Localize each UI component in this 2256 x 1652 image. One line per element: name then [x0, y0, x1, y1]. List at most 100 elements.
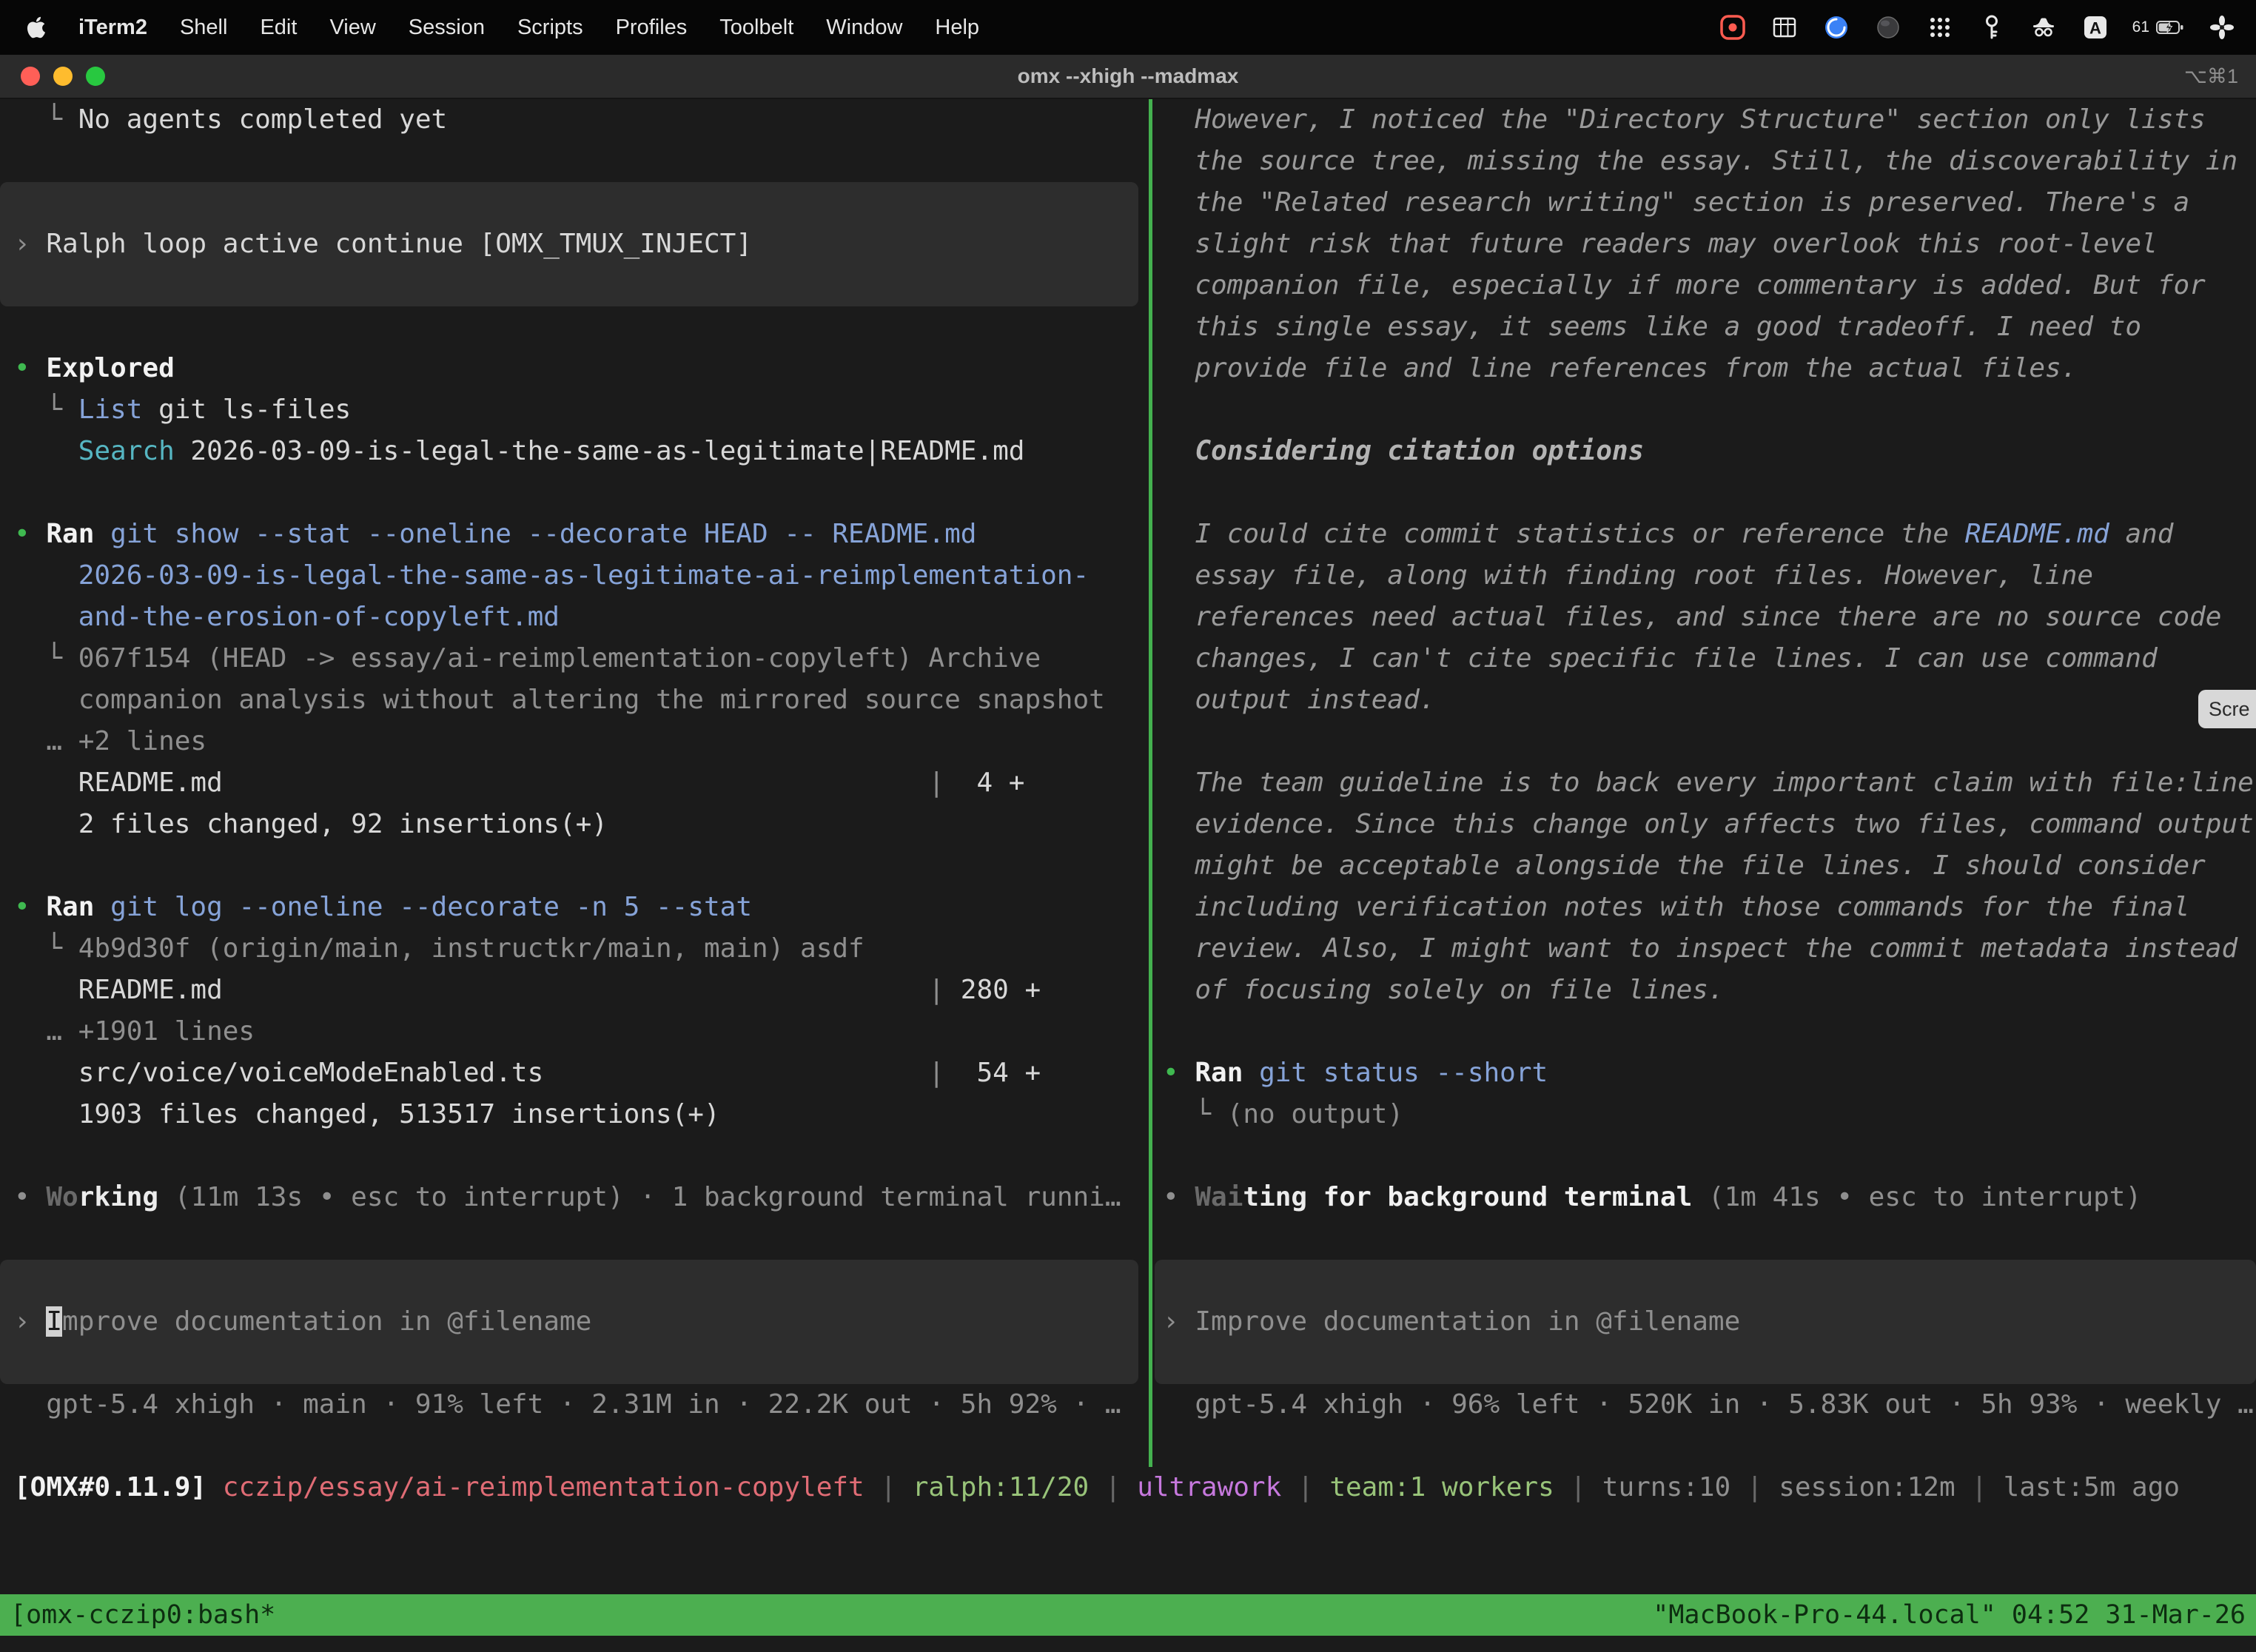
text-segment: provide file and line references from th…	[1163, 353, 2077, 383]
text-segment: README.md	[1965, 519, 2109, 549]
text-segment: git status --short	[1243, 1058, 1548, 1088]
text-segment: └	[1163, 1099, 1227, 1129]
text-segment: … +2 lines	[14, 726, 207, 756]
terminal-line: gpt-5.4 xhigh · main · 91% left · 2.31M …	[0, 1384, 1149, 1426]
text-segment: 2026-03-09-is-legal-the-same-as-legitima…	[78, 560, 1089, 591]
terminal-line	[1155, 721, 2256, 762]
minimize-button[interactable]	[53, 67, 73, 86]
text-segment: •	[14, 1182, 46, 1212]
menu-item-profiles[interactable]: Profiles	[616, 16, 688, 40]
text-segment: I could cite commit statistics or refere…	[1163, 519, 1965, 549]
text-segment: 067f154 (HEAD -> essay/ai-reimplementati…	[78, 643, 1041, 674]
pane-divider[interactable]	[1149, 99, 1152, 1467]
title-bar[interactable]: omx --xhigh --madmax ⌥⌘1	[0, 55, 2256, 99]
text-segment: src/voice/voiceModeEnabled.ts	[14, 1058, 543, 1088]
text-segment: ›	[14, 229, 46, 259]
terminal-line	[0, 1218, 1149, 1260]
text-segment: git ls-files	[142, 394, 351, 425]
text-segment: 280 +	[944, 975, 1041, 1005]
terminal-line	[1155, 1011, 2256, 1052]
terminal-line: the "Related research writing" section i…	[1155, 182, 2256, 224]
window-shortcut-badge: ⌥⌘1	[2184, 65, 2238, 88]
text-segment: 2 files changed, 92 insertions(+)	[14, 809, 608, 839]
text-segment: |	[1281, 1472, 1329, 1502]
text-segment: |	[928, 975, 944, 1005]
dark-sphere-app-icon[interactable]	[1873, 13, 1903, 42]
text-segment: •	[1163, 1058, 1195, 1088]
right-pane: However, I noticed the "Directory Struct…	[1155, 99, 2256, 1426]
text-segment: List	[78, 394, 143, 425]
text-segment: of focusing solely on file lines.	[1163, 975, 1725, 1005]
prompt-input[interactable]: › Improve documentation in @filename	[1155, 1260, 2256, 1384]
screen-share-tab[interactable]: Scre	[2198, 690, 2256, 728]
apple-menu-icon[interactable]	[25, 15, 47, 40]
menu-item-help[interactable]: Help	[935, 16, 979, 40]
terminal-line: src/voice/voiceModeEnabled.ts | 54 +	[0, 1052, 1149, 1094]
text-segment: 2026-03-09-is-legal-the-same-as-legitima…	[175, 436, 1025, 466]
menu-item-iterm2[interactable]: iTerm2	[78, 16, 147, 40]
terminal-line: └ (no output)	[1155, 1094, 2256, 1135]
text-segment: output instead.	[1163, 685, 1435, 715]
tmux-status-bar: [omx-cczip0:bash* "MacBook-Pro-44.local"…	[0, 1594, 2256, 1636]
text-segment: 54 +	[944, 1058, 1041, 1088]
menu-left: iTerm2 Shell Edit View Session Scripts Profile…	[25, 15, 979, 40]
terminal-line	[1155, 1135, 2256, 1177]
text-segment: |	[928, 768, 944, 798]
app-grid-icon[interactable]	[1925, 13, 1955, 42]
text-segment: Wai	[1195, 1182, 1243, 1212]
input-source-icon[interactable]: A	[2081, 13, 2110, 42]
text-segment: •	[14, 519, 46, 549]
text-segment: essay file, along with finding root file…	[1163, 560, 2093, 591]
menu-item-window[interactable]: Window	[826, 16, 902, 40]
terminal-line: including verification notes with those …	[1155, 887, 2256, 928]
terminal-line: › Improve documentation in @filename	[0, 1301, 591, 1343]
terminal-line: review. Also, I might want to inspect th…	[1155, 928, 2256, 970]
text-segment: Wo	[46, 1182, 78, 1212]
terminal-line: The team guideline is to back every impo…	[1155, 762, 2256, 804]
terminal-line: I could cite commit statistics or refere…	[1155, 514, 2256, 555]
menu-item-scripts[interactable]: Scripts	[517, 16, 583, 40]
text-segment: mprove documentation in @filename	[62, 1306, 591, 1337]
text-segment: last:5m ago	[2004, 1472, 2180, 1502]
terminal-line: └ 4b9d30f (origin/main, instructkr/main,…	[0, 928, 1149, 970]
menu-item-toolbelt[interactable]: Toolbelt	[719, 16, 793, 40]
fan-icon[interactable]	[2207, 13, 2237, 42]
menu-item-view[interactable]: View	[329, 16, 375, 40]
terminal-line	[1155, 472, 2256, 514]
menu-item-edit[interactable]: Edit	[260, 16, 297, 40]
close-button[interactable]	[21, 67, 40, 86]
prompt-input[interactable]: › Improve documentation in @filename	[0, 1260, 1138, 1384]
terminal-window: omx --xhigh --madmax ⌥⌘1 └ No agents com…	[0, 55, 2256, 1652]
text-segment: |	[1554, 1472, 1602, 1502]
menu-item-shell[interactable]: Shell	[180, 16, 228, 40]
grid-widget-icon[interactable]	[1770, 13, 1799, 42]
terminal-line	[0, 306, 1149, 348]
text-segment: the source tree, missing the essay. Stil…	[1163, 146, 2237, 176]
text-segment: └	[14, 104, 78, 135]
text-segment: (no output)	[1227, 1099, 1403, 1129]
incognito-icon[interactable]	[2029, 13, 2058, 42]
text-segment: including verification notes with those …	[1163, 892, 2189, 922]
terminal-line: provide file and line references from th…	[1155, 348, 2256, 389]
inject-banner: › Ralph loop active continue [OMX_TMUX_I…	[0, 182, 1138, 306]
text-segment: might be acceptable alongside the file l…	[1163, 850, 2206, 881]
text-segment: •	[14, 892, 46, 922]
blue-swirl-app-icon[interactable]	[1822, 13, 1851, 42]
terminal-line: Search 2026-03-09-is-legal-the-same-as-l…	[0, 431, 1149, 472]
battery-icon[interactable]: 61	[2132, 13, 2185, 42]
menu-items: iTerm2 Shell Edit View Session Scripts Profile…	[78, 16, 979, 40]
text-segment: companion analysis without altering the …	[14, 685, 1105, 715]
menu-item-session[interactable]: Session	[409, 16, 485, 40]
terminal-line: 1903 files changed, 513517 insertions(+)	[0, 1094, 1149, 1135]
text-segment: No agents completed yet	[78, 104, 448, 135]
text-segment: references need actual files, and since …	[1163, 602, 2221, 632]
screen-recording-icon[interactable]	[1718, 13, 1748, 42]
text-segment: 4b9d30f (origin/main, instructkr/main, m…	[78, 933, 865, 964]
terminal-line: references need actual files, and since …	[1155, 597, 2256, 638]
terminal-line: › Ralph loop active continue [OMX_TMUX_I…	[0, 224, 752, 265]
text-segment: ting	[1243, 1182, 1307, 1212]
zoom-button[interactable]	[86, 67, 105, 86]
traffic-lights	[21, 55, 105, 98]
text-segment: |	[1730, 1472, 1779, 1502]
key-app-icon[interactable]	[1977, 13, 2007, 42]
